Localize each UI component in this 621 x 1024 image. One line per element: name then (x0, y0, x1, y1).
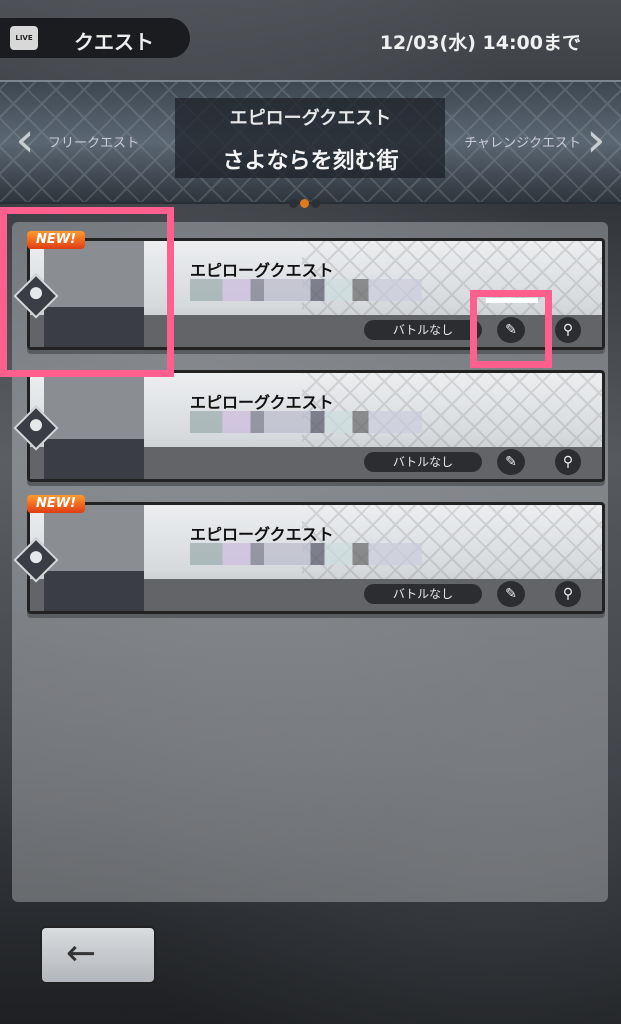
new-badge: NEW! (27, 495, 85, 513)
character-portrait (44, 505, 144, 611)
page-title: クエスト (74, 30, 154, 54)
highlight-marker (486, 298, 538, 303)
battle-status-badge: バトルなし (364, 452, 482, 472)
next-category-label[interactable]: チャレンジクエスト (464, 132, 581, 151)
live-app-icon: LIVE (10, 26, 38, 50)
tag-icon[interactable]: ✎ (497, 449, 525, 475)
quest-card[interactable]: エピローグクエスト バトルなし ✎ ⚲ (27, 502, 605, 614)
page-dot (289, 199, 298, 208)
obscured-quest-name (190, 543, 422, 565)
new-badge: NEW! (27, 231, 85, 249)
quest-title: エピローグクエスト (190, 393, 334, 412)
quest-title: エピローグクエスト (190, 525, 334, 544)
battle-status-badge: バトルなし (364, 320, 482, 340)
page-dot (311, 199, 320, 208)
quest-card[interactable]: エピローグクエスト バトルなし ✎ ⚲ (27, 370, 605, 482)
battle-status-badge: バトルなし (364, 584, 482, 604)
back-arrow-icon: ← (66, 933, 97, 974)
obscured-quest-name (190, 411, 422, 433)
tag-icon[interactable]: ✎ (497, 581, 525, 607)
search-icon[interactable]: ⚲ (555, 581, 581, 607)
page-indicator (288, 193, 321, 208)
quest-title: エピローグクエスト (190, 261, 334, 280)
previous-category-arrow[interactable]: ‹ (12, 112, 38, 168)
next-category-arrow[interactable]: › (583, 112, 609, 168)
back-button[interactable] (40, 926, 156, 984)
page-dot-active (300, 199, 309, 208)
obscured-quest-name (190, 279, 422, 301)
deadline-text: 12/03(水) 14:00まで (379, 32, 581, 54)
character-portrait (44, 373, 144, 479)
search-icon[interactable]: ⚲ (555, 449, 581, 475)
banner-subtitle: エピローグクエスト (229, 108, 392, 129)
previous-category-label[interactable]: フリークエスト (48, 132, 139, 151)
search-icon[interactable]: ⚲ (555, 317, 581, 343)
